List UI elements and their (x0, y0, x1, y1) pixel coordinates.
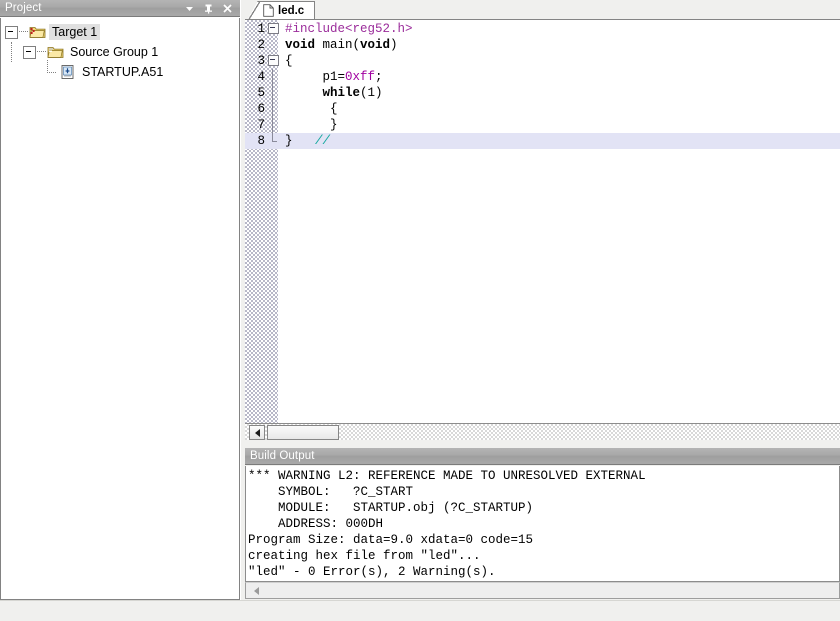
fold-marker[interactable] (267, 53, 280, 69)
line-number: 6 (257, 102, 265, 116)
build-output-titlebar: Build Output (245, 448, 840, 465)
code-editor[interactable]: 1 #include<reg52.h> 2 void main(void) 3 … (245, 19, 840, 423)
expander-icon[interactable] (23, 45, 36, 59)
fold-marker (267, 37, 280, 53)
code-token: } (285, 118, 338, 132)
window-bottom-strip (0, 600, 840, 621)
code-token: main( (315, 38, 361, 52)
scroll-left-arrow[interactable] (249, 425, 265, 440)
pin-icon[interactable] (203, 3, 214, 14)
line-number: 4 (257, 70, 265, 84)
code-line: 4 p1=0xff; (245, 69, 840, 85)
project-panel: Project Target 1 Source Group 1 STARTUP.… (0, 0, 240, 600)
code-token: ) (390, 38, 398, 52)
fold-marker (267, 133, 280, 149)
chevron-down-icon[interactable] (184, 3, 195, 14)
target-folder-icon (29, 27, 46, 38)
code-line: 3 { (245, 53, 840, 69)
code-line: 2 void main(void) (245, 37, 840, 53)
project-panel-title: Project (5, 2, 42, 14)
code-token: p1= (285, 70, 346, 84)
tab-led-c[interactable]: led.c (246, 1, 316, 22)
uvision-ide-window: Project Target 1 Source Group 1 STARTUP.… (0, 0, 840, 621)
code-token: { (285, 102, 338, 116)
code-line: 5 while(1) (245, 85, 840, 101)
editor-horizontal-scrollbar[interactable] (245, 423, 840, 440)
project-panel-titlebar: Project (0, 0, 240, 17)
tree-item-label: STARTUP.A51 (82, 65, 164, 79)
code-line: 6 { (245, 101, 840, 117)
code-token: // (315, 134, 331, 148)
code-token: } (285, 134, 316, 148)
scroll-left-arrow[interactable] (248, 583, 264, 598)
tree-connector (19, 31, 28, 33)
code-lines: 1 #include<reg52.h> 2 void main(void) 3 … (245, 21, 840, 149)
build-output-title: Build Output (250, 450, 315, 462)
editor-tabstrip: led.c (245, 0, 840, 22)
editor-panel: led.c 1 #include<reg52.h> 2 void main(vo… (245, 0, 840, 446)
code-token: { (285, 54, 293, 68)
code-token: 0xff (345, 70, 376, 84)
tree-connector (45, 59, 58, 81)
source-group-folder-icon (47, 47, 64, 58)
build-output-panel: Build Output *** WARNING L2: REFERENCE M… (245, 448, 840, 600)
c-file-icon (263, 4, 274, 17)
line-number: 7 (257, 118, 265, 132)
fold-marker (267, 101, 280, 117)
tree-item-label: Target 1 (49, 24, 101, 40)
asm-file-icon (61, 65, 74, 79)
tree-connector (37, 51, 46, 53)
fold-marker (267, 117, 280, 133)
build-output-line: Program Size: data=9.0 xdata=0 code=15 (248, 533, 534, 547)
tree-item-source-group-1[interactable]: Source Group 1 (1, 42, 239, 62)
tree-connector (11, 42, 13, 62)
code-token: while (322, 86, 361, 100)
build-output-line: *** WARNING L2: REFERENCE MADE TO UNRESO… (248, 469, 646, 483)
close-icon[interactable] (222, 3, 233, 14)
expander-icon[interactable] (5, 25, 18, 39)
fold-marker[interactable] (267, 21, 280, 37)
tree-item-target-1[interactable]: Target 1 (1, 22, 239, 42)
tab-label: led.c (278, 4, 305, 17)
line-number: 5 (257, 86, 265, 100)
build-output-line: "led" - 0 Error(s), 2 Warning(s). (248, 565, 496, 579)
build-output-line: creating hex file from "led"... (248, 549, 481, 563)
code-token: void (360, 38, 391, 52)
tree-item-startup-a51[interactable]: STARTUP.A51 (1, 59, 239, 82)
line-number: 1 (257, 22, 265, 36)
project-tree[interactable]: Target 1 Source Group 1 STARTUP.A51 (0, 18, 240, 600)
line-number: 8 (257, 134, 265, 148)
code-line: 7 } (245, 117, 840, 133)
code-line-current: 8 } // (245, 133, 840, 149)
code-token: (1) (360, 86, 383, 100)
tree-item-label: Source Group 1 (70, 45, 159, 59)
build-output-horizontal-scrollbar[interactable] (245, 582, 840, 599)
line-number: 2 (257, 38, 265, 52)
code-token: void (285, 38, 316, 52)
code-token: ; (375, 70, 383, 84)
build-output-line: SYMBOL: ?C_START (248, 485, 414, 499)
fold-marker (267, 85, 280, 101)
build-output-line: MODULE: STARTUP.obj (?C_STARTUP) (248, 501, 534, 515)
build-output-text[interactable]: *** WARNING L2: REFERENCE MADE TO UNRESO… (245, 466, 840, 582)
build-output-line: ADDRESS: 000DH (248, 517, 384, 531)
code-token: #include<reg52.h> (285, 22, 413, 36)
fold-marker (267, 69, 280, 85)
code-line: 1 #include<reg52.h> (245, 21, 840, 37)
line-number: 3 (257, 54, 265, 68)
scrollbar-thumb[interactable] (267, 425, 339, 440)
